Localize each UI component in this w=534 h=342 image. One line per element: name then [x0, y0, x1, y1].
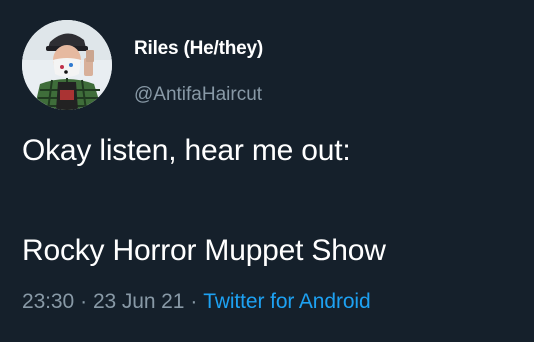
meta-separator: ·: [190, 290, 198, 313]
tweet-meta: 23:30 · 23 Jun 21 · Twitter for Android: [22, 290, 371, 314]
tweet-card: Riles (He/they) @AntifaHaircut Okay list…: [0, 0, 534, 342]
tweet-text-line-2: Rocky Horror Muppet Show: [22, 234, 386, 267]
tweet-source-link[interactable]: Twitter for Android: [203, 290, 370, 313]
meta-separator: ·: [80, 290, 87, 313]
avatar[interactable]: [22, 20, 112, 110]
user-handle[interactable]: @AntifaHaircut: [134, 84, 262, 106]
tweet-text-line-1: Okay listen, hear me out:: [22, 134, 351, 167]
tweet-text: Okay listen, hear me out: Rocky Horror M…: [22, 132, 522, 270]
tweet-date[interactable]: 23 Jun 21: [93, 290, 184, 313]
display-name[interactable]: Riles (He/they): [134, 38, 263, 60]
tweet-time[interactable]: 23:30: [22, 290, 74, 313]
avatar-photo: [22, 20, 112, 110]
